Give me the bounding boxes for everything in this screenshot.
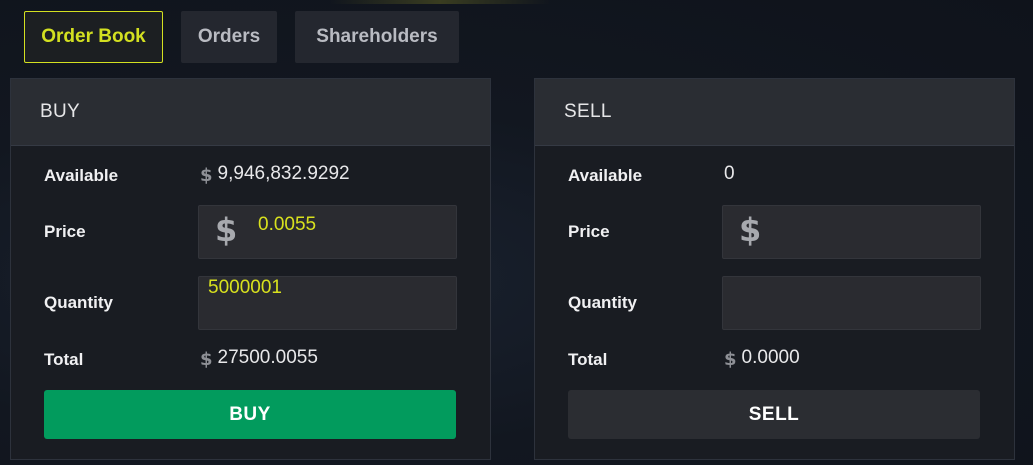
buy-available-amount: 9,946,832.9292 [217,163,350,184]
sell-available-label: Available [568,166,643,185]
top-glow [330,0,550,4]
tab-order-book[interactable]: Order Book [24,11,163,63]
dollar-coin-icon: $ [200,348,213,370]
sell-quantity-label: Quantity [568,293,637,312]
sell-quantity-input[interactable] [722,276,981,330]
sell-total-label: Total [568,350,608,369]
sell-available-value: 0 [724,163,735,185]
dollar-coin-icon: $ [215,211,238,249]
buy-quantity-label: Quantity [44,293,113,312]
sell-price-input[interactable]: $ [722,205,981,259]
buy-price-input[interactable]: $ 0.0055 [198,205,457,259]
sell-price-label: Price [568,222,610,241]
sell-total-value: $ 0.0000 [724,347,800,370]
buy-available-label: Available [44,166,119,185]
buy-panel: BUY Available $ 9,946,832.9292 Price $ 0… [10,78,491,460]
dollar-coin-icon: $ [724,348,737,370]
buy-button[interactable]: BUY [44,390,456,439]
buy-price-value: 0.0055 [258,214,317,235]
dollar-coin-icon: $ [200,164,213,186]
buy-total-amount: 27500.0055 [217,347,318,368]
tab-shareholders[interactable]: Shareholders [295,11,459,63]
buy-quantity-value: 5000001 [208,277,282,298]
sell-button[interactable]: SELL [568,390,980,439]
buy-total-label: Total [44,350,84,369]
buy-panel-title: BUY [11,79,490,146]
sell-available-amount: 0 [724,163,735,184]
buy-price-label: Price [44,222,86,241]
buy-total-value: $ 27500.0055 [200,347,318,370]
sell-total-amount: 0.0000 [741,347,800,368]
sell-panel: SELL Available 0 Price $ Quantity Total … [534,78,1015,460]
buy-available-value: $ 9,946,832.9292 [200,163,350,186]
buy-quantity-input[interactable]: 5000001 [198,276,457,330]
sell-panel-title: SELL [535,79,1014,146]
tab-orders[interactable]: Orders [181,11,277,63]
dollar-coin-icon: $ [739,211,762,249]
